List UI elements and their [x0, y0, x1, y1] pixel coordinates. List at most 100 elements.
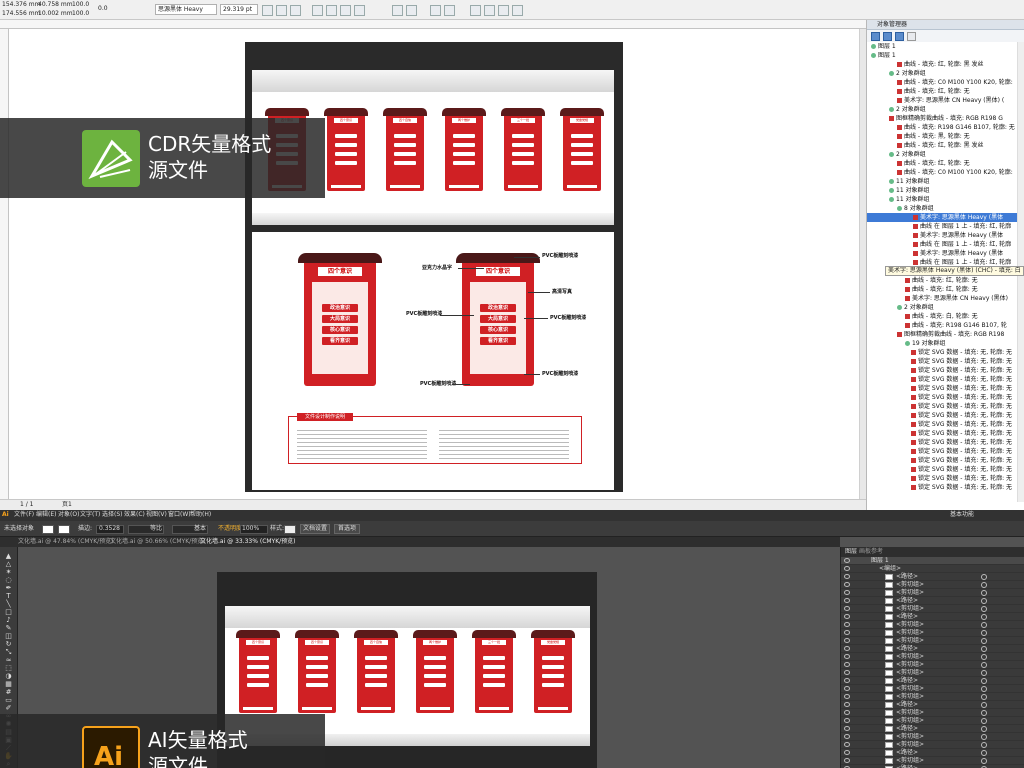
horizontal-text-icon[interactable]: [392, 5, 403, 16]
object-tree-row[interactable]: 19 对象群组: [867, 339, 1017, 348]
object-tree-row[interactable]: 曲线 - 填充: R198 G146 B107, 轮: [867, 321, 1017, 330]
target-icon[interactable]: [981, 582, 987, 588]
layer-row[interactable]: <剪切组>: [841, 629, 1024, 637]
bold-icon[interactable]: [262, 5, 273, 16]
object-tree-row[interactable]: 曲线 - 填充: 红, 轮廓: 无: [867, 159, 1017, 168]
object-tree-row[interactable]: 锁定 SVG 数据 - 填充: 无, 轮廓: 无: [867, 447, 1017, 456]
edit-across-layers-icon[interactable]: [895, 32, 904, 41]
target-icon[interactable]: [981, 622, 987, 628]
layer-row[interactable]: <剪切组>: [841, 661, 1024, 669]
workspace-switcher[interactable]: 基本功能: [950, 512, 974, 518]
rotation-field[interactable]: 0.0: [98, 6, 108, 12]
visibility-icon[interactable]: [844, 750, 850, 755]
layer-row[interactable]: <剪切组>: [841, 653, 1024, 661]
visibility-icon[interactable]: [844, 614, 850, 619]
object-tree-row[interactable]: 曲线 在 图层 1 上 - 填充: 红, 轮廓: [867, 222, 1017, 231]
layer-row[interactable]: <剪切组>: [841, 669, 1024, 677]
target-icon[interactable]: [981, 678, 987, 684]
menu-item[interactable]: 视图(V): [146, 512, 167, 518]
document-tab[interactable]: 文化墙.ai @ 47.84% (CMYK/预览): [18, 539, 114, 545]
layer-row[interactable]: <剪切组>: [841, 621, 1024, 629]
object-tree-row[interactable]: 锁定 SVG 数据 - 填充: 无, 轮廓: 无: [867, 411, 1017, 420]
object-tree-row[interactable]: 11 对象群组: [867, 177, 1017, 186]
layer-row[interactable]: <路径>: [841, 597, 1024, 605]
pencil-icon[interactable]: ✎: [4, 625, 13, 632]
layer-row[interactable]: <路径>: [841, 613, 1024, 621]
object-tree-row[interactable]: 图层 1: [867, 51, 1017, 60]
vertical-ruler[interactable]: [0, 29, 9, 499]
target-icon[interactable]: [981, 710, 987, 716]
target-icon[interactable]: [981, 750, 987, 756]
type-tool-icon[interactable]: T: [4, 593, 13, 600]
width-tool-icon[interactable]: ≈: [4, 657, 13, 664]
document-tab[interactable]: 文化墙.ai @ 50.66% (CMYK/预览): [110, 539, 206, 545]
edit-text-icon[interactable]: [354, 5, 365, 16]
layer-row[interactable]: <剪切组>: [841, 693, 1024, 701]
scale-y[interactable]: 100.0: [72, 11, 89, 17]
snap-icon[interactable]: [430, 5, 441, 16]
target-icon[interactable]: [981, 654, 987, 660]
layer-row[interactable]: <路径>: [841, 749, 1024, 757]
object-tree-row[interactable]: 锁定 SVG 数据 - 填充: 无, 轮廓: 无: [867, 357, 1017, 366]
target-icon[interactable]: [981, 614, 987, 620]
object-tree-row[interactable]: 锁定 SVG 数据 - 填充: 无, 轮廓: 无: [867, 348, 1017, 357]
eyedropper-icon[interactable]: ✐: [4, 705, 13, 712]
visibility-icon[interactable]: [844, 686, 850, 691]
paintbrush-icon[interactable]: ♪: [4, 617, 13, 624]
object-tree-row[interactable]: 美术字: 思源黑体 Heavy (黑体: [867, 249, 1017, 258]
free-transform-icon[interactable]: ⬚: [4, 665, 13, 672]
object-tree-row[interactable]: 锁定 SVG 数据 - 填充: 无, 轮廓: 无: [867, 429, 1017, 438]
layer-row[interactable]: <路径>: [841, 677, 1024, 685]
object-tree-row[interactable]: 美术字: 思源黑体 Heavy (黑体: [867, 231, 1017, 240]
object-tree-row[interactable]: 锁定 SVG 数据 - 填充: 无, 轮廓: 无: [867, 465, 1017, 474]
scale-tool-icon[interactable]: ⤡: [4, 649, 13, 656]
layer-row-top[interactable]: 图层 1: [841, 557, 1024, 565]
object-tree-row[interactable]: 锁定 SVG 数据 - 填充: 无, 轮廓: 无: [867, 402, 1017, 411]
layer-row[interactable]: <剪切组>: [841, 589, 1024, 597]
zoom-icon[interactable]: [512, 5, 523, 16]
style-swatch[interactable]: [284, 525, 296, 534]
object-tree-row[interactable]: 锁定 SVG 数据 - 填充: 无, 轮廓: 无: [867, 393, 1017, 402]
object-tree-row[interactable]: 曲线 - 填充: 红, 轮廓: 黑 发丝: [867, 141, 1017, 150]
menu-item[interactable]: 选择(S): [102, 512, 123, 518]
object-tree-row[interactable]: 曲线 - 填充: R198 G146 B107, 轮廓: 无: [867, 123, 1017, 132]
eraser-icon[interactable]: ◫: [4, 633, 13, 640]
width-field[interactable]: 40.758 mm: [38, 2, 73, 8]
layer-row[interactable]: <剪切组>: [841, 637, 1024, 645]
target-icon[interactable]: [981, 742, 987, 748]
object-tree-row[interactable]: 图框精确剪裁曲线 - 填充: RGB R198 G: [867, 114, 1017, 123]
visibility-icon[interactable]: [844, 622, 850, 627]
layer-row[interactable]: <剪切组>: [841, 581, 1024, 589]
shape-builder-icon[interactable]: ◑: [4, 673, 13, 680]
target-icon[interactable]: [981, 694, 987, 700]
wireframe-icon[interactable]: [470, 5, 481, 16]
visibility-icon[interactable]: [844, 646, 850, 651]
object-tree-row[interactable]: 美术字: 思源黑体 CN Heavy (黑体): [867, 294, 1017, 303]
magic-wand-icon[interactable]: ✶: [4, 569, 13, 576]
preferences-button[interactable]: 首选项: [334, 524, 360, 534]
line-tool-icon[interactable]: ╲: [4, 601, 13, 608]
visibility-icon[interactable]: [844, 662, 850, 667]
visibility-icon[interactable]: [844, 598, 850, 603]
y-position[interactable]: 174.556 mm: [2, 11, 40, 17]
object-tree-row[interactable]: 美术字: 思源黑体 CN Heavy (黑体) (: [867, 96, 1017, 105]
target-icon[interactable]: [981, 702, 987, 708]
target-icon[interactable]: [981, 686, 987, 692]
pen-icon[interactable]: [484, 5, 495, 16]
target-icon[interactable]: [981, 574, 987, 580]
object-tree-row[interactable]: 锁定 SVG 数据 - 填充: 无, 轮廓: 无: [867, 420, 1017, 429]
visibility-icon[interactable]: [844, 678, 850, 683]
object-tree-row[interactable]: 锁定 SVG 数据 - 填充: 无, 轮廓: 无: [867, 474, 1017, 483]
target-icon[interactable]: [981, 606, 987, 612]
layer-row[interactable]: <路径>: [841, 701, 1024, 709]
height-field[interactable]: 10.002 mm: [38, 11, 73, 17]
object-tree-row[interactable]: 美术字: 思源黑体 Heavy (黑体: [867, 213, 1017, 222]
target-icon[interactable]: [981, 734, 987, 740]
text-format-icon[interactable]: [340, 5, 351, 16]
fill-swatch[interactable]: [42, 525, 54, 534]
layer-manager-icon[interactable]: [871, 32, 880, 41]
visibility-icon[interactable]: [844, 654, 850, 659]
italic-icon[interactable]: [276, 5, 287, 16]
object-tree-row[interactable]: 锁定 SVG 数据 - 填充: 无, 轮廓: 无: [867, 366, 1017, 375]
object-tree-row[interactable]: 锁定 SVG 数据 - 填充: 无, 轮廓: 无: [867, 438, 1017, 447]
